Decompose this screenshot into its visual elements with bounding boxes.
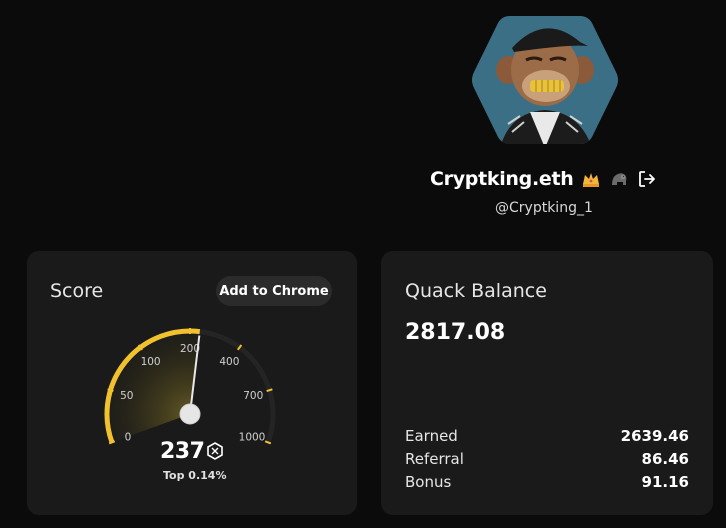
gauge-tick-label: 0 (125, 432, 132, 444)
balance-row-label: Earned (405, 427, 458, 445)
username-row: Cryptking.eth (430, 168, 670, 190)
balance-row-value: 86.46 (641, 450, 689, 468)
crown-icon (583, 173, 600, 187)
gauge-hub (179, 403, 201, 425)
user-handle: @Cryptking_1 (495, 200, 593, 216)
gauge-tick-label: 50 (120, 390, 133, 402)
logout-icon[interactable] (637, 169, 657, 189)
hexagon-coin-icon (207, 442, 223, 460)
balance-row-bonus: Bonus 91.16 (405, 473, 689, 491)
score-value: 237 (160, 439, 205, 464)
balance-row-value: 91.16 (641, 473, 689, 491)
balance-title: Quack Balance (405, 280, 547, 302)
gauge-tick-label: 1000 (239, 432, 266, 444)
balance-row-label: Bonus (405, 473, 452, 491)
score-card: Score Add to Chrome 0 50 100 200 400 700 1000 … (27, 251, 357, 515)
gorilla-icon (612, 173, 627, 185)
balance-row-referral: Referral 86.46 (405, 450, 689, 468)
score-rank: Top 0.14% (163, 469, 227, 482)
balance-row-label: Referral (405, 450, 464, 468)
profile-section: Cryptking.eth @Cryptking_1 (0, 0, 726, 240)
avatar[interactable] (470, 12, 620, 148)
quack-balance-card: Quack Balance 2817.08 Earned 2639.46 Ref… (381, 251, 713, 515)
balance-row-value: 2639.46 (620, 427, 689, 445)
username: Cryptking.eth (430, 168, 574, 190)
gauge-tick-label: 400 (219, 356, 239, 368)
gauge-tick-label: 700 (243, 390, 263, 402)
balance-row-earned: Earned 2639.46 (405, 427, 689, 445)
balance-value: 2817.08 (405, 320, 506, 345)
gauge-tick-label: 100 (141, 356, 161, 368)
